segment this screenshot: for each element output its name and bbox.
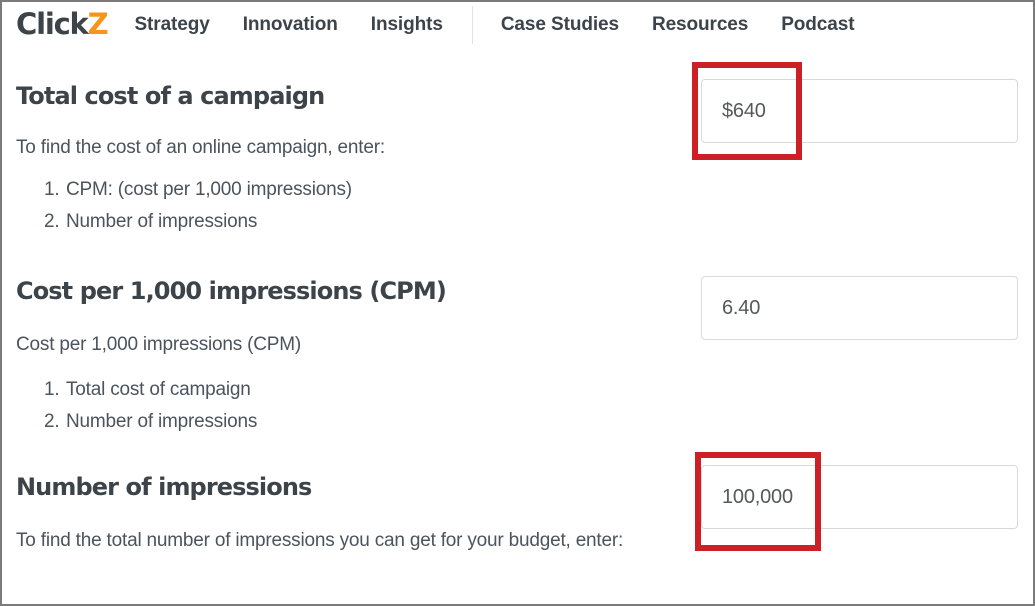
list-item-marker: 2.	[44, 211, 60, 232]
section-description-total-cost: To find the cost of an online campaign, …	[16, 137, 385, 158]
nav-item-case-studies[interactable]: Case Studies	[501, 14, 619, 36]
impressions-input-value: 100,000	[722, 485, 793, 508]
logo-text-main: Click	[16, 7, 89, 41]
list-item: 2. Number of impressions	[44, 406, 257, 438]
total-cost-input-value: $640	[722, 99, 766, 122]
section-list-cpm: 1. Total cost of campaign 2. Number of i…	[44, 374, 257, 438]
nav-item-resources[interactable]: Resources	[652, 14, 748, 36]
cpm-input[interactable]: 6.40	[701, 276, 1018, 340]
page-root: ClickZ Strategy Innovation Insights Case…	[0, 0, 1035, 606]
nav-item-innovation[interactable]: Innovation	[243, 14, 338, 36]
cpm-input-value: 6.40	[722, 296, 761, 319]
main-navigation: Strategy Innovation Insights Case Studie…	[134, 2, 887, 48]
list-item: 1. Total cost of campaign	[44, 374, 257, 406]
section-title-total-cost: Total cost of a campaign	[16, 82, 325, 110]
list-item: 2. Number of impressions	[44, 206, 352, 238]
calculator-content: Total cost of a campaign To find the cos…	[2, 48, 1033, 604]
list-item-label: Total cost of campaign	[66, 379, 251, 400]
list-item-label: CPM: (cost per 1,000 impressions)	[66, 179, 352, 200]
section-description-cpm: Cost per 1,000 impressions (CPM)	[16, 334, 302, 355]
list-item-label: Number of impressions	[66, 211, 258, 232]
site-header: ClickZ Strategy Innovation Insights Case…	[2, 2, 1033, 48]
list-item-marker: 1.	[44, 379, 60, 400]
section-title-impressions: Number of impressions	[16, 473, 312, 501]
list-item-marker: 1.	[44, 179, 60, 200]
nav-item-insights[interactable]: Insights	[371, 14, 443, 36]
logo-text-accent: Z	[87, 7, 109, 41]
total-cost-input[interactable]: $640	[701, 79, 1018, 143]
section-list-total-cost: 1. CPM: (cost per 1,000 impressions) 2. …	[44, 174, 352, 238]
nav-item-strategy[interactable]: Strategy	[134, 14, 209, 36]
list-item: 1. CPM: (cost per 1,000 impressions)	[44, 174, 352, 206]
nav-divider	[471, 5, 473, 44]
section-title-cpm: Cost per 1,000 impressions (CPM)	[16, 277, 447, 305]
section-description-impressions: To find the total number of impressions …	[16, 530, 624, 551]
list-item-marker: 2.	[44, 411, 60, 432]
clickz-logo[interactable]: ClickZ	[16, 7, 109, 41]
nav-item-podcast[interactable]: Podcast	[781, 14, 854, 36]
impressions-input[interactable]: 100,000	[701, 465, 1018, 529]
list-item-label: Number of impressions	[66, 411, 258, 432]
